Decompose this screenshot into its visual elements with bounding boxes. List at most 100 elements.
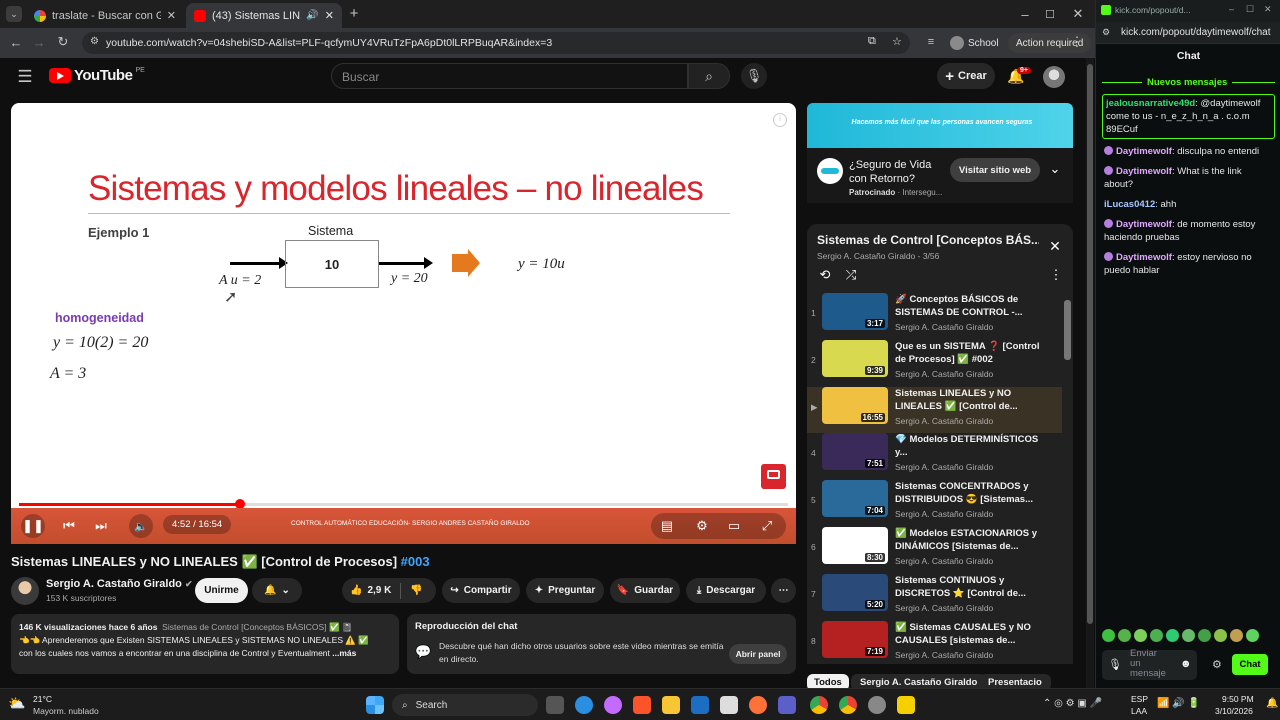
emote-icon[interactable] <box>1182 629 1195 642</box>
emoji-icon[interactable]: ☻ <box>1180 658 1192 670</box>
firefox-icon[interactable] <box>749 696 767 714</box>
account-avatar[interactable] <box>1043 66 1065 88</box>
playlist-item[interactable]: 2 9:39 Que es un SISTEMA ❓ [Control de Pro… <box>807 339 1062 386</box>
playlist-item-title[interactable]: Sistemas LINEALES y NO LINEALES ✅ [Contr… <box>895 387 1045 413</box>
media-icon[interactable]: ≡ <box>923 34 939 50</box>
video-thumbnail[interactable]: 3:17 <box>822 293 888 330</box>
chevron-down-icon[interactable]: ⌄ <box>1047 161 1063 177</box>
network-volume-battery-icons[interactable]: 📶 🔊 🔋 <box>1157 698 1200 709</box>
more-actions-button[interactable]: ⋯ <box>771 578 796 603</box>
send-chat-button[interactable]: Chat <box>1232 654 1268 675</box>
video-thumbnail[interactable]: 7:19 <box>822 620 888 658</box>
emote-icon[interactable] <box>1166 629 1179 642</box>
video-thumbnail[interactable]: 7:04 <box>822 480 888 518</box>
video-thumbnail[interactable]: 5:20 <box>822 573 888 611</box>
menu-icon[interactable]: ☰ <box>16 67 34 86</box>
like-icon[interactable]: 👍 <box>350 585 362 596</box>
emote-icon[interactable] <box>1102 629 1115 642</box>
back-icon[interactable]: ← <box>8 34 24 50</box>
search-button[interactable]: ⌕ <box>688 63 730 89</box>
playlist-item-title[interactable]: ✅ Sistemas CAUSALES y NO CAUSALES [siste… <box>895 621 1045 647</box>
playlist-scrollbar[interactable] <box>1064 292 1071 662</box>
emote-icon[interactable] <box>1134 629 1147 642</box>
playlist-item-title[interactable]: 🚀 Conceptos BÁSICOS de SISTEMAS DE CONTR… <box>895 293 1045 319</box>
fullscreen-icon[interactable]: ⤢ <box>759 518 775 534</box>
theater-mode-icon[interactable]: ▭ <box>726 518 742 534</box>
like-count[interactable]: 2,9 K <box>367 585 391 596</box>
video-thumbnail[interactable]: 7:51 <box>822 433 888 471</box>
chip-channel[interactable]: Sergio A. Castaño Giraldo <box>851 674 987 688</box>
minimize-button[interactable]: – <box>1229 4 1234 14</box>
playlist-item[interactable]: 6 8:30 ✅ Modelos ESTACIONARIOS y DINÁMICOS… <box>807 527 1062 573</box>
more-menu-icon[interactable]: ⋮ <box>1050 267 1063 283</box>
maximize-button[interactable]: ☐ <box>1246 4 1254 15</box>
video-player[interactable]: i Sistemas y modelos lineales – no linea… <box>11 103 796 544</box>
playlist-item[interactable]: 5 7:04 Sistemas CONCENTRADOS y DISTRIBUIDO… <box>807 480 1062 526</box>
open-panel-button[interactable]: Abrir panel <box>729 644 787 664</box>
edge-icon[interactable] <box>575 696 593 714</box>
tab-google[interactable]: traslate - Buscar con Google ✕ <box>26 3 184 28</box>
install-icon[interactable]: ⧉ <box>868 35 876 48</box>
chrome-icon[interactable] <box>810 696 828 714</box>
pause-icon[interactable]: ❚❚ <box>21 514 45 538</box>
playlist-item-title[interactable]: ✅ Modelos ESTACIONARIOS y DINÁMICOS [Sis… <box>895 527 1045 553</box>
store-icon[interactable] <box>720 696 738 714</box>
close-icon[interactable]: ✕ <box>325 9 334 22</box>
task-view-icon[interactable] <box>546 696 564 714</box>
keyboard-layout-label[interactable]: LAA <box>1131 706 1147 716</box>
clock-time[interactable]: 9:50 PM <box>1222 694 1254 704</box>
tray-icons[interactable]: ⌃ ◎ ⚙ ▣ 🎤 <box>1043 698 1102 709</box>
description-tag[interactable]: Sistemas de Control [Conceptos BÁSICOS] … <box>162 622 352 632</box>
language-label[interactable]: ESP <box>1131 694 1148 704</box>
download-button[interactable]: ⤓ Descargar <box>686 578 766 603</box>
emote-icon[interactable] <box>1246 629 1259 642</box>
voice-search-button[interactable]: 🎙 <box>741 63 767 89</box>
playlist-item[interactable]: 7 5:20 Sistemas CONTINUOS y DISCRETOS ⭐ [C… <box>807 573 1062 620</box>
chat-input[interactable]: 🎙 Enviar un mensaje ☻ <box>1102 649 1197 680</box>
chrome-icon[interactable] <box>839 696 857 714</box>
mail-icon[interactable] <box>691 696 709 714</box>
brave-icon[interactable] <box>633 696 651 714</box>
emote-icon[interactable] <box>1118 629 1131 642</box>
maximize-button[interactable]: ☐ <box>1040 6 1060 22</box>
subscription-bell-button[interactable]: 🔔 ⌄ <box>252 578 302 603</box>
search-input[interactable]: Buscar <box>331 63 688 89</box>
channel-avatar[interactable] <box>11 577 39 605</box>
profile-chip[interactable]: School <box>950 33 999 53</box>
ask-button[interactable]: ✦ Preguntar <box>526 578 604 603</box>
new-tab-button[interactable]: + <box>346 5 362 22</box>
app-icon[interactable] <box>868 696 886 714</box>
windows-start-icon[interactable] <box>366 696 384 714</box>
ad-title[interactable]: ¿Seguro de Vida con Retorno? <box>849 158 949 186</box>
reload-icon[interactable]: ↻ <box>55 34 71 50</box>
description-box[interactable]: 146 K visualizaciones hace 6 años Sistem… <box>11 614 399 674</box>
close-window-button[interactable]: ✕ <box>1264 4 1272 15</box>
save-button[interactable]: 🔖 Guardar <box>610 578 680 603</box>
notification-icon[interactable]: 🔔 <box>1266 698 1278 709</box>
address-bar[interactable]: ⚙ youtube.com/watch?v=04shebiSD-A&list=P… <box>82 32 910 54</box>
playlist-item[interactable]: 8 7:19 ✅ Sistemas CAUSALES y NO CAUSALES [… <box>807 620 1062 667</box>
youtube-logo[interactable]: YouTube PE <box>49 67 145 84</box>
playlist-item-title[interactable]: Sistemas CONCENTRADOS y DISTRIBUIDOS 😎 [… <box>895 480 1045 506</box>
chat-username[interactable]: Daytimewolf <box>1116 219 1172 230</box>
advertiser-logo[interactable] <box>817 158 843 184</box>
emote-icon[interactable] <box>1198 629 1211 642</box>
chip-all[interactable]: Todos <box>807 674 849 688</box>
playlist-item-title[interactable]: 💎 Modelos DETERMINÍSTICOS y... <box>895 433 1045 459</box>
forward-icon[interactable]: → <box>31 34 47 50</box>
close-playlist-icon[interactable]: ✕ <box>1047 238 1063 254</box>
taskbar-search[interactable]: ⌕ Search <box>392 694 538 716</box>
share-button[interactable]: ↪ Compartir <box>442 578 520 603</box>
site-info-icon[interactable]: ⚙ <box>90 36 99 47</box>
chat-username[interactable]: iLucas0412 <box>1104 199 1155 210</box>
minimize-button[interactable]: – <box>1015 6 1035 22</box>
page-scrollbar[interactable] <box>1086 58 1094 688</box>
chip-presentations[interactable]: Presentacio <box>979 674 1051 688</box>
close-icon[interactable]: ✕ <box>167 9 176 22</box>
microphone-icon[interactable]: 🎙 <box>1108 658 1122 671</box>
playlist-item[interactable]: 1 3:17 🚀 Conceptos BÁSICOS de SISTEMAS DE … <box>807 293 1062 339</box>
chat-username[interactable]: Daytimewolf <box>1116 166 1172 177</box>
create-button[interactable]: + Crear <box>937 63 995 89</box>
shuffle-icon[interactable]: ⤮ <box>843 267 859 283</box>
clock-date[interactable]: 3/10/2026 <box>1215 706 1253 716</box>
